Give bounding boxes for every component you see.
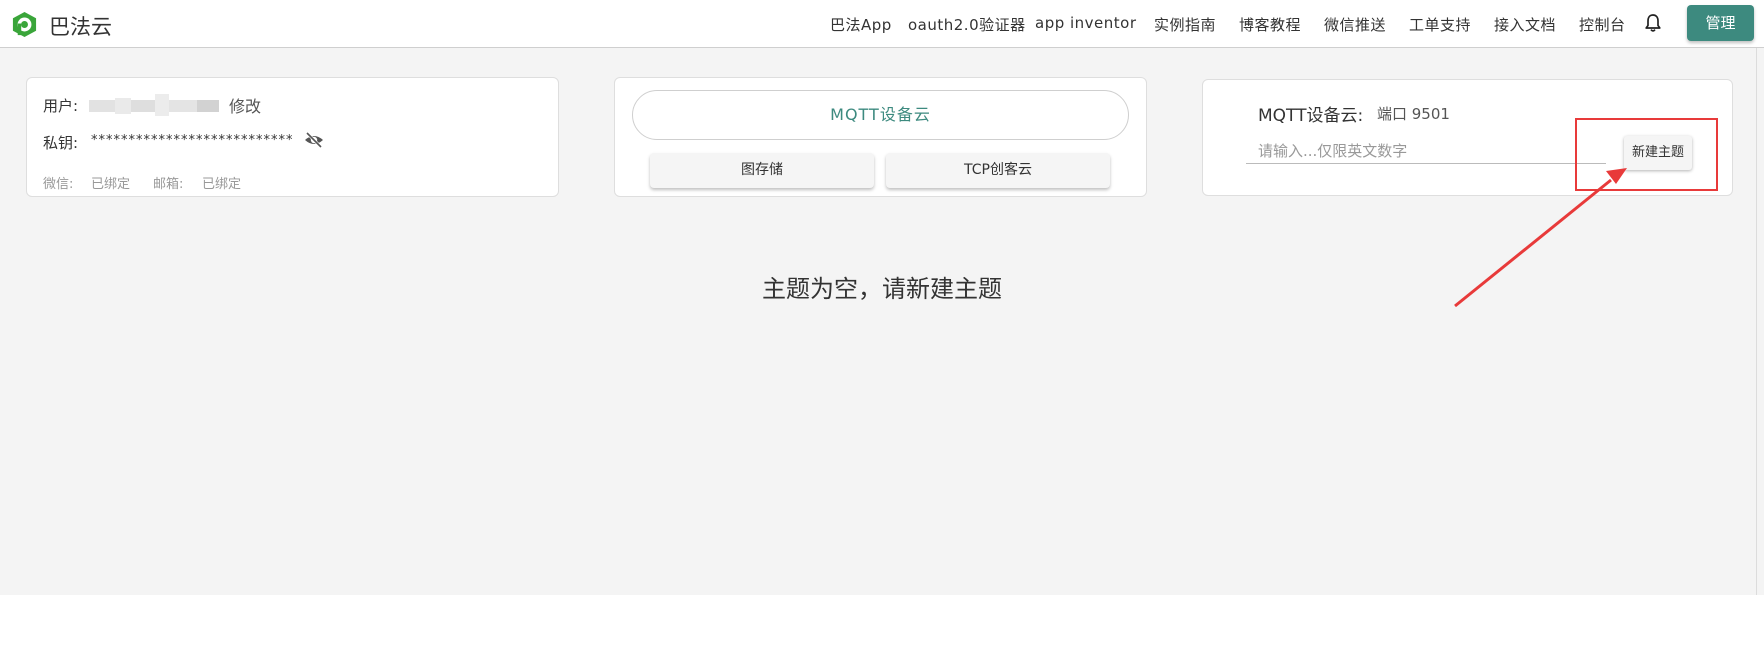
nav-ticket-support[interactable]: 工单支持 — [1409, 14, 1471, 35]
brand-name[interactable]: 巴法云 — [49, 11, 112, 41]
service-selector-card: MQTT设备云 图存储 TCP创客云 — [614, 77, 1147, 197]
nav-wechat-push[interactable]: 微信推送 — [1324, 14, 1386, 35]
image-storage-button[interactable]: 图存储 — [650, 153, 874, 188]
mqtt-port-label: 端口 9501 — [1377, 105, 1450, 123]
email-status: 已绑定 — [202, 177, 242, 192]
nav-bafa-app[interactable]: 巴法App — [830, 14, 892, 35]
nav-blog[interactable]: 博客教程 — [1239, 14, 1301, 35]
wechat-status: 已绑定 — [91, 177, 131, 192]
key-label: 私钥: — [43, 134, 79, 152]
wechat-label: 微信: — [43, 177, 74, 192]
topic-name-input[interactable] — [1246, 138, 1606, 164]
user-info-card: 用户: 修改 私钥: *************************** 微… — [26, 77, 559, 197]
topic-card-title: MQTT设备云: — [1258, 106, 1364, 126]
annotation-highlight-box — [1575, 118, 1718, 191]
tcp-cloud-button[interactable]: TCP创客云 — [886, 153, 1110, 188]
notification-bell-icon[interactable] — [1644, 13, 1662, 33]
nav-examples[interactable]: 实例指南 — [1154, 14, 1216, 35]
scrollbar-edge — [1756, 48, 1757, 595]
user-label: 用户: — [43, 97, 79, 115]
nav-oauth-validator[interactable]: oauth2.0验证器 — [908, 14, 1026, 35]
email-label: 邮箱: — [153, 177, 184, 192]
bafayun-logo-icon[interactable] — [11, 11, 38, 38]
manage-button[interactable]: 管理 — [1687, 5, 1754, 41]
nav-console[interactable]: 控制台 — [1579, 14, 1626, 35]
private-key-masked: *************************** — [91, 133, 294, 148]
nav-app-inventor[interactable]: app inventor — [1035, 14, 1137, 32]
edit-username-link[interactable]: 修改 — [229, 93, 261, 117]
top-navbar: 巴法云 巴法App oauth2.0验证器 app inventor 实例指南 … — [0, 0, 1764, 48]
mqtt-cloud-button[interactable]: MQTT设备云 — [632, 90, 1129, 140]
nav-docs[interactable]: 接入文档 — [1494, 14, 1556, 35]
empty-topics-message: 主题为空，请新建主题 — [762, 275, 1002, 303]
eye-off-icon[interactable] — [303, 131, 325, 149]
